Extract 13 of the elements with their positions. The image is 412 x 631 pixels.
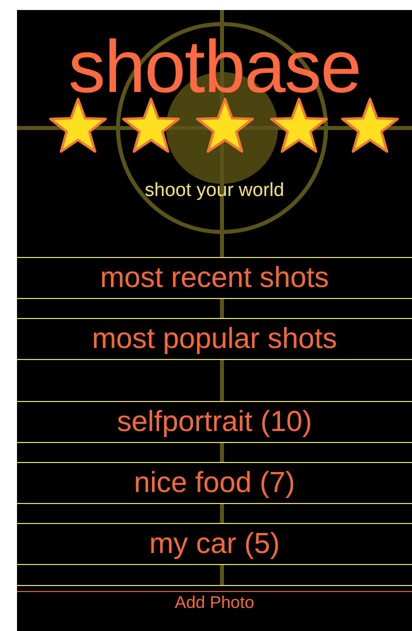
slogan: shoot your world	[144, 180, 284, 202]
star-icon	[196, 98, 254, 153]
add-photo-button[interactable]: Add Photo	[17, 591, 412, 614]
star-icon	[122, 98, 180, 153]
star-icon	[270, 98, 328, 153]
star-icon	[49, 98, 107, 153]
app-logo-title: shotbase	[68, 30, 361, 104]
menu-link[interactable]: most recent shots	[17, 257, 412, 299]
star-icon	[341, 98, 399, 153]
album-link[interactable]: selfportrait (10)	[17, 401, 412, 443]
menu-link[interactable]: most popular shots	[17, 318, 412, 360]
album-link[interactable]: my car (5)	[17, 523, 412, 565]
album-link[interactable]: nice food (7)	[17, 462, 412, 504]
